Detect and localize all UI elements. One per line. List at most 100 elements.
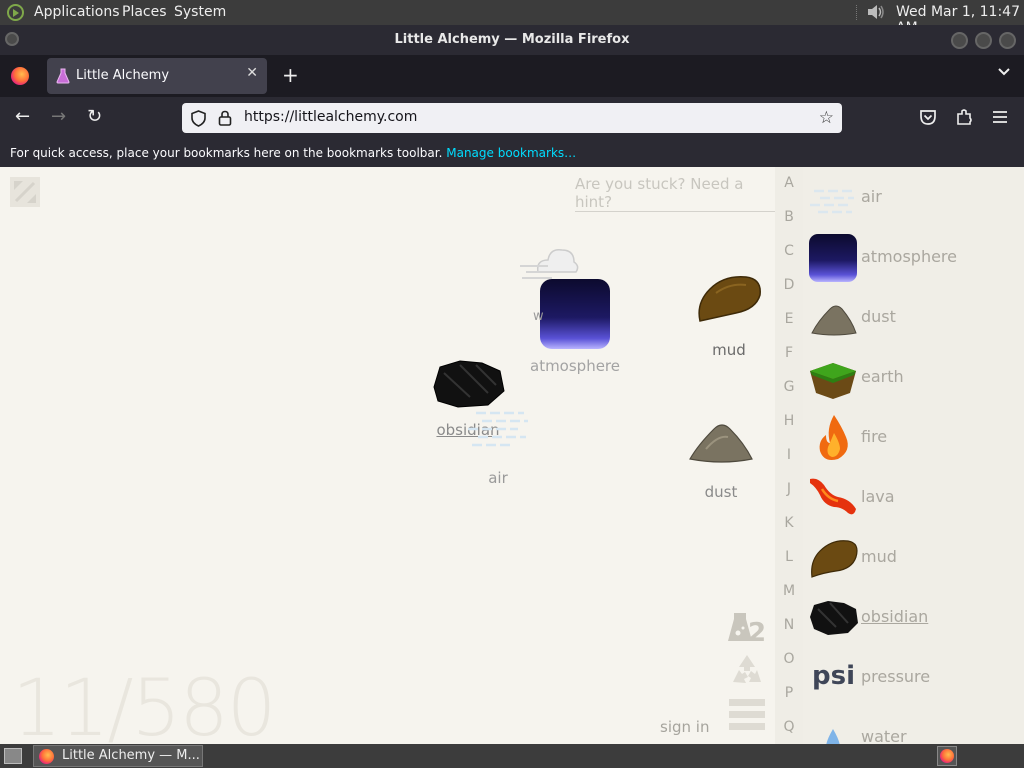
alphabet-letter-a[interactable]: A xyxy=(775,175,803,191)
applications-menu[interactable]: Applications xyxy=(34,4,120,20)
alphabet-letter-o[interactable]: O xyxy=(775,651,803,667)
tab-little-alchemy[interactable]: Little Alchemy ✕ xyxy=(47,58,267,94)
forward-button[interactable]: → xyxy=(51,106,66,127)
workspace-element-obsidian[interactable] xyxy=(430,357,506,409)
alphabet-letter-m[interactable]: M xyxy=(775,583,803,599)
hint-link[interactable]: Are you stuck? Need a hint? xyxy=(575,175,775,212)
tab-close-icon[interactable]: ✕ xyxy=(246,65,258,81)
bookmark-star-icon[interactable]: ☆ xyxy=(819,108,834,128)
alphabet-letter-i[interactable]: I xyxy=(775,447,803,463)
hamburger-menu-icon[interactable] xyxy=(729,697,765,731)
close-window-button[interactable] xyxy=(999,32,1016,49)
element-counter: 11/580 xyxy=(12,664,276,744)
firefox-view-icon[interactable] xyxy=(11,67,29,85)
alphabet-letter-h[interactable]: H xyxy=(775,413,803,429)
taskbar-window-firefox[interactable]: Little Alchemy — M... xyxy=(33,745,203,767)
tab-list-chevron-icon[interactable] xyxy=(996,65,1012,79)
library-item-pressure[interactable]: psi pressure xyxy=(803,647,1024,707)
library-label-atmosphere: atmosphere xyxy=(861,247,957,266)
taskbar: Little Alchemy — M... xyxy=(0,744,1024,768)
library-label-pressure: pressure xyxy=(861,667,931,686)
library-label-earth: earth xyxy=(861,367,904,386)
bookmarks-hint: For quick access, place your bookmarks h… xyxy=(10,146,576,160)
navigation-toolbar: ← → ↻ https://littlealchemy.com ☆ xyxy=(0,97,1024,139)
library-label-fire: fire xyxy=(861,427,888,446)
tray-firefox-icon[interactable] xyxy=(937,746,957,766)
library-item-air[interactable]: air xyxy=(803,167,1024,227)
show-desktop-icon[interactable] xyxy=(4,748,22,764)
alphabet-letter-e[interactable]: E xyxy=(775,311,803,327)
fire-icon xyxy=(819,415,848,460)
reload-button[interactable]: ↻ xyxy=(87,106,102,127)
library-label-dust: dust xyxy=(861,307,896,326)
desktop-screen: Applications Places System Wed Mar 1, 11… xyxy=(0,0,1024,768)
encyclopedia-flask-icon[interactable]: 2 xyxy=(728,607,766,645)
dust-icon xyxy=(811,305,857,336)
alphabet-letter-b[interactable]: B xyxy=(775,209,803,225)
alphabet-letter-p[interactable]: P xyxy=(775,685,803,701)
library-item-obsidian[interactable]: obsidian xyxy=(803,587,1024,647)
pocket-icon[interactable] xyxy=(919,108,937,126)
maximize-button[interactable] xyxy=(975,32,992,49)
element-library: air atmosphere dust earth fire lava mud … xyxy=(803,167,1024,744)
volume-icon[interactable] xyxy=(866,3,886,21)
url-text[interactable]: https://littlealchemy.com xyxy=(244,109,417,125)
lava-icon xyxy=(810,478,856,515)
library-label-lava: lava xyxy=(861,487,895,506)
workspace-label-air: air xyxy=(488,469,508,487)
workspace-element-air-cloud[interactable] xyxy=(518,242,582,282)
extensions-icon[interactable] xyxy=(955,108,973,126)
alphabet-letter-g[interactable]: G xyxy=(775,379,803,395)
workspace-label-mud: mud xyxy=(712,341,746,359)
manage-bookmarks-link[interactable]: Manage bookmarks… xyxy=(446,146,576,160)
encyclopedia-badge: 2 xyxy=(748,618,766,645)
workspace-label-air-hidden: w xyxy=(533,309,544,324)
fullscreen-icon[interactable] xyxy=(10,177,40,207)
shield-icon[interactable] xyxy=(191,110,206,127)
library-item-dust[interactable]: dust xyxy=(803,287,1024,347)
air-icon xyxy=(810,189,856,214)
bookmarks-toolbar: For quick access, place your bookmarks h… xyxy=(0,139,1024,167)
workspace[interactable]: Are you stuck? Need a hint? w atmosphere… xyxy=(0,167,775,744)
library-item-mud[interactable]: mud xyxy=(803,527,1024,587)
sign-in-link[interactable]: sign in xyxy=(660,718,709,736)
alphabet-letter-j[interactable]: J xyxy=(775,481,803,497)
tab-title: Little Alchemy xyxy=(76,68,170,83)
workspace-element-air[interactable] xyxy=(468,407,528,449)
firefox-tray-logo-icon xyxy=(940,749,954,763)
url-bar[interactable]: https://littlealchemy.com ☆ xyxy=(182,103,842,133)
back-button[interactable]: ← xyxy=(15,106,30,127)
web-page: Are you stuck? Need a hint? w atmosphere… xyxy=(0,167,1024,744)
recycle-icon[interactable] xyxy=(729,652,765,688)
library-label-water: water xyxy=(861,727,907,744)
app-menu-icon[interactable] xyxy=(991,108,1009,126)
library-item-earth[interactable]: earth xyxy=(803,347,1024,407)
library-item-atmosphere[interactable]: atmosphere xyxy=(803,227,1024,287)
alphabet-letter-q[interactable]: Q xyxy=(775,719,803,735)
alphabet-letter-d[interactable]: D xyxy=(775,277,803,293)
app-logo-icon[interactable] xyxy=(7,4,24,21)
library-item-water[interactable]: water xyxy=(803,707,1024,744)
alphabet-letter-f[interactable]: F xyxy=(775,345,803,361)
mud-icon xyxy=(811,540,858,578)
atmosphere-icon xyxy=(809,234,857,282)
window-titlebar[interactable]: Little Alchemy — Mozilla Firefox xyxy=(0,25,1024,55)
workspace-element-mud[interactable] xyxy=(696,273,762,325)
workspace-element-dust[interactable] xyxy=(688,419,754,463)
library-item-lava[interactable]: lava xyxy=(803,467,1024,527)
obsidian-icon xyxy=(810,601,858,635)
window-title: Little Alchemy — Mozilla Firefox xyxy=(394,32,630,47)
water-drop-icon xyxy=(826,729,840,744)
alphabet-letter-k[interactable]: K xyxy=(775,515,803,531)
new-tab-button[interactable]: + xyxy=(282,63,299,87)
flask-favicon-icon xyxy=(56,68,70,84)
places-menu[interactable]: Places xyxy=(122,4,167,20)
alphabet-letter-c[interactable]: C xyxy=(775,243,803,259)
minimize-button[interactable] xyxy=(951,32,968,49)
library-item-fire[interactable]: fire xyxy=(803,407,1024,467)
alphabet-letter-l[interactable]: L xyxy=(775,549,803,565)
lock-icon[interactable] xyxy=(218,110,232,126)
system-menu[interactable]: System xyxy=(174,4,226,20)
alphabet-letter-n[interactable]: N xyxy=(775,617,803,633)
firefox-icon xyxy=(39,749,54,764)
